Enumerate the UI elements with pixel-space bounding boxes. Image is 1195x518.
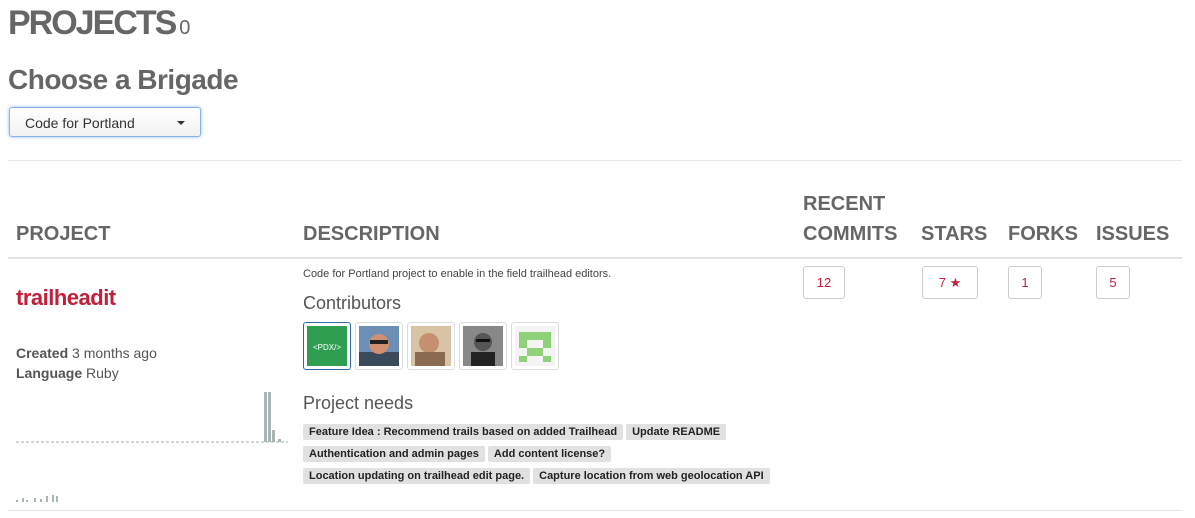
created-label: Created	[16, 345, 69, 361]
contributor-avatar[interactable]	[407, 322, 455, 370]
project-description: Code for Portland project to enable in t…	[303, 268, 612, 280]
forks-button[interactable]: 1	[1008, 266, 1042, 299]
language-label: Language	[16, 365, 83, 381]
column-header-forks: FORKS	[1008, 223, 1078, 245]
contributor-avatar[interactable]	[459, 322, 507, 370]
identicon-icon	[515, 326, 555, 366]
contributor-avatar[interactable]: <PDX/>	[303, 322, 351, 370]
contributors-list: <PDX/>	[303, 322, 559, 370]
language-value: Ruby	[86, 365, 119, 381]
participation-chart	[16, 495, 58, 502]
need-tag[interactable]: Update README	[626, 424, 727, 440]
project-needs-list: Feature Idea : Recommend trails based on…	[303, 422, 803, 488]
brigade-select-value: Code for Portland	[25, 115, 135, 131]
star-icon: ★	[949, 275, 962, 290]
recent-commits-button[interactable]: 12	[803, 266, 845, 299]
created-info: Created 3 months ago	[16, 345, 157, 361]
photo-avatar-icon	[411, 326, 451, 366]
need-tag[interactable]: Add content license?	[487, 446, 612, 462]
column-header-stars: STARS	[921, 223, 988, 245]
need-tag[interactable]: Feature Idea : Recommend trails based on…	[303, 424, 624, 440]
pdx-logo-icon: <PDX/>	[307, 326, 347, 366]
language-info: Language Ruby	[16, 365, 119, 381]
divider	[8, 160, 1182, 161]
recent-commits-value: 12	[816, 275, 832, 290]
row-divider	[8, 510, 1182, 511]
project-needs-heading: Project needs	[303, 393, 414, 413]
brigade-select[interactable]: Code for Portland	[9, 107, 201, 137]
stars-button[interactable]: 7 ★	[922, 266, 978, 299]
contributors-heading: Contributors	[303, 293, 402, 313]
page-title-text: PROJECTS	[8, 4, 177, 42]
need-tag[interactable]: Capture location from web geolocation AP…	[533, 468, 770, 484]
caret-down-icon	[177, 121, 185, 125]
contributor-avatar[interactable]	[355, 322, 403, 370]
project-name-link[interactable]: trailheadit	[16, 285, 116, 311]
stars-value: 7	[938, 275, 946, 290]
created-value: 3 months ago	[72, 345, 157, 361]
photo-avatar-icon	[359, 326, 399, 366]
table-header-divider	[8, 257, 1182, 259]
issues-button[interactable]: 5	[1096, 266, 1130, 299]
photo-avatar-icon	[463, 326, 503, 366]
project-count: 0	[179, 17, 191, 39]
forks-value: 1	[1021, 275, 1029, 290]
column-header-project: PROJECT	[16, 223, 111, 245]
contributor-avatar[interactable]	[511, 322, 559, 370]
issues-value: 5	[1109, 275, 1117, 290]
column-header-issues: ISSUES	[1096, 223, 1170, 245]
page-title: PROJECTS 0	[8, 4, 190, 43]
choose-brigade-heading: Choose a Brigade	[8, 64, 239, 95]
commit-activity-chart	[16, 392, 288, 443]
column-header-description: DESCRIPTION	[303, 223, 440, 245]
svg-text:<PDX/>: <PDX/>	[313, 343, 341, 352]
need-tag[interactable]: Location updating on trailhead edit page…	[303, 468, 531, 484]
column-header-commits: COMMITS	[803, 223, 898, 245]
column-header-recent: RECENT	[803, 193, 886, 215]
need-tag[interactable]: Authentication and admin pages	[303, 446, 485, 462]
